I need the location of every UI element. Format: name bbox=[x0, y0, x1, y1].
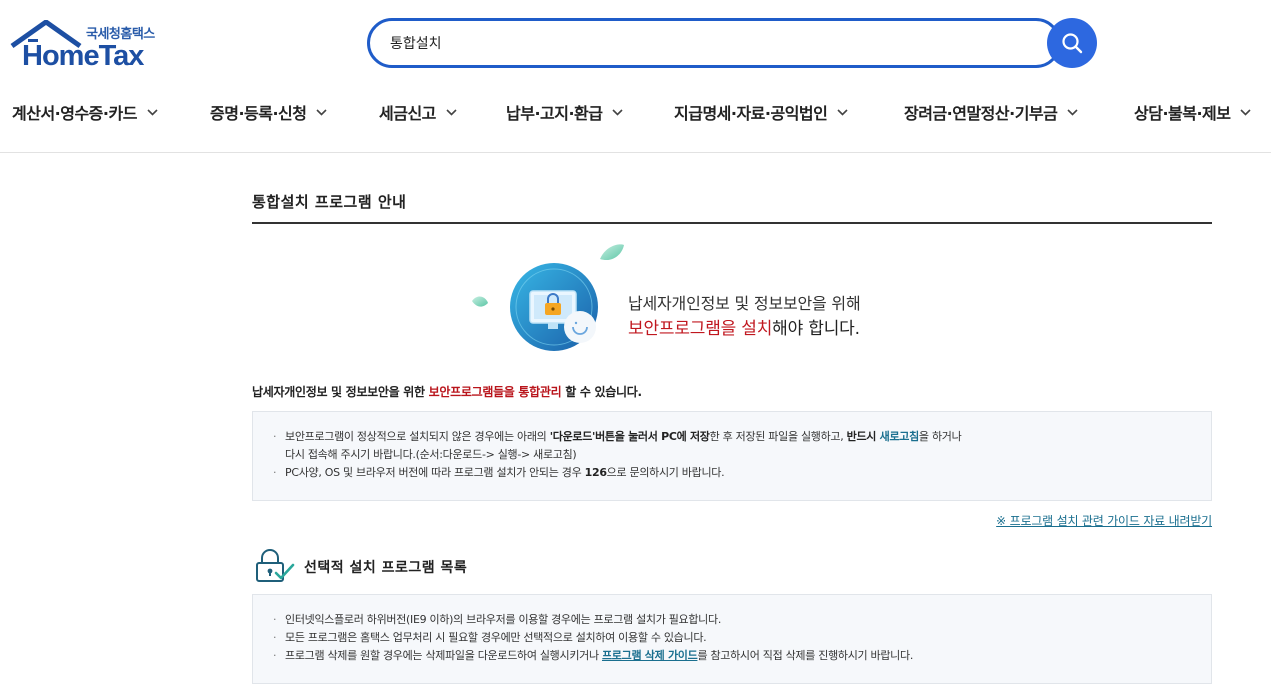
optional-program-notice-box: 인터넷익스플로러 하위버전(IE9 이하)의 브라우저를 이용할 경우에는 프로… bbox=[252, 594, 1212, 684]
nav-item-label: 상담·불복·제보 bbox=[1134, 104, 1231, 123]
chevron-down-icon bbox=[1067, 101, 1078, 120]
nav-item-label: 세금신고 bbox=[379, 104, 436, 123]
nav-item-label: 증명·등록·신청 bbox=[210, 104, 307, 123]
notice-bold: 반드시 bbox=[846, 430, 880, 443]
nav-item-invoice[interactable]: 계산서·영수증·카드 bbox=[12, 100, 158, 124]
notice-bold: 126 bbox=[584, 466, 607, 479]
nav-item-label: 장려금·연말정산·기부금 bbox=[904, 104, 1058, 123]
nav-item-incentive[interactable]: 장려금·연말정산·기부금 bbox=[904, 100, 1078, 124]
notice-text: 보안프로그램이 정상적으로 설치되지 않은 경우에는 아래의 bbox=[285, 430, 550, 443]
page-title: 통합설치 프로그램 안내 bbox=[252, 193, 407, 211]
section-title: 선택적 설치 프로그램 목록 bbox=[304, 560, 468, 576]
chevron-down-icon bbox=[1240, 101, 1252, 120]
notice-text: 한 후 저장된 파일을 실행하고, bbox=[709, 430, 847, 443]
search-button[interactable] bbox=[1047, 18, 1097, 68]
guide-download-link[interactable]: ※ 프로그램 설치 관련 가이드 자료 내려받기 bbox=[996, 512, 1212, 529]
logo-english-text: HomeTax bbox=[22, 40, 144, 72]
nav-item-label: 납부·고지·환급 bbox=[506, 104, 603, 123]
chevron-down-icon bbox=[147, 101, 158, 120]
lead-text-post: 할 수 있습니다. bbox=[561, 385, 642, 399]
notice-text: 를 참고하시어 직접 삭제를 진행하시기 바랍니다. bbox=[697, 649, 914, 662]
notice-highlight: 새로고침 bbox=[879, 430, 920, 443]
notice-text: PC사양, OS 및 브라우저 버전에 따라 프로그램 설치가 안되는 경우 bbox=[285, 466, 585, 479]
nav-item-certificate[interactable]: 증명·등록·신청 bbox=[210, 100, 328, 124]
nav-item-tax-return[interactable]: 세금신고 bbox=[379, 100, 457, 124]
uninstall-guide-link[interactable]: 프로그램 삭제 가이드 bbox=[602, 649, 698, 662]
hero-emphasis: 보안프로그램을 설치해야 합니다. bbox=[628, 314, 860, 339]
search-bar bbox=[367, 18, 1061, 68]
title-divider bbox=[252, 222, 1212, 224]
hometax-logo[interactable]: 국세청홈택스 HomeTax bbox=[10, 20, 170, 72]
chevron-down-icon bbox=[316, 101, 328, 120]
list-item: 프로그램 삭제를 원할 경우에는 삭제파일을 다운로드하여 실행시키거나 프로그… bbox=[273, 647, 1211, 665]
nav-item-payment[interactable]: 납부·고지·환급 bbox=[506, 100, 624, 124]
install-notice-box: 보안프로그램이 정상적으로 설치되지 않은 경우에는 아래의 '다운로드'버튼을… bbox=[252, 411, 1212, 501]
chevron-down-icon bbox=[837, 101, 848, 120]
lead-text: 납세자개인정보 및 정보보안을 위한 보안프로그램들을 통합관리 할 수 있습니… bbox=[252, 383, 642, 400]
lock-check-icon bbox=[256, 549, 295, 582]
magnifier-icon bbox=[1062, 33, 1083, 54]
lead-text-pre: 납세자개인정보 및 정보보안을 위한 bbox=[252, 385, 429, 399]
search-input[interactable] bbox=[390, 30, 1030, 56]
notice-bold: '다운로드'버튼을 눌러서 PC에 저장 bbox=[549, 430, 710, 443]
hero-message: 납세자개인정보 및 정보보안을 위해 bbox=[628, 294, 861, 313]
list-item: 보안프로그램이 정상적으로 설치되지 않은 경우에는 아래의 '다운로드'버튼을… bbox=[273, 428, 1211, 446]
list-item: 인터넷익스플로러 하위버전(IE9 이하)의 브라우저를 이용할 경우에는 프로… bbox=[273, 611, 1211, 629]
hero-emphasis-rest: 해야 합니다. bbox=[772, 319, 860, 339]
list-item: PC사양, OS 및 브라우저 버전에 따라 프로그램 설치가 안되는 경우 1… bbox=[273, 464, 1211, 482]
nav-item-statement[interactable]: 지급명세·자료·공익법인 bbox=[674, 100, 848, 124]
monitor-lock-illustration bbox=[472, 244, 624, 351]
chevron-down-icon bbox=[446, 101, 457, 120]
notice-text: 프로그램 삭제를 원할 경우에는 삭제파일을 다운로드하여 실행시키거나 bbox=[285, 649, 602, 662]
nav-item-consult[interactable]: 상담·불복·제보 bbox=[1134, 100, 1252, 124]
lead-text-red: 보안프로그램들을 통합관리 bbox=[428, 385, 562, 399]
nav-item-label: 계산서·영수증·카드 bbox=[12, 104, 137, 123]
chevron-down-icon bbox=[612, 101, 624, 120]
hero-emphasis-red: 보안프로그램을 설치 bbox=[628, 319, 773, 339]
notice-text: 으로 문의하시기 바랍니다. bbox=[606, 466, 725, 479]
main-navigation: 계산서·영수증·카드 증명·등록·신청 세금신고 납부·고지·환급 지급명세·자… bbox=[0, 90, 1271, 134]
nav-item-label: 지급명세·자료·공익법인 bbox=[674, 104, 828, 123]
list-item-continuation: 다시 접속해 주시기 바랍니다.(순서:다운로드-> 실행-> 새로고침) bbox=[285, 448, 577, 461]
nav-divider bbox=[0, 152, 1271, 153]
list-item: 모든 프로그램은 홈택스 업무처리 시 필요할 경우에만 선택적으로 설치하여 … bbox=[273, 629, 1211, 647]
notice-text: 을 하거나 bbox=[918, 430, 962, 443]
